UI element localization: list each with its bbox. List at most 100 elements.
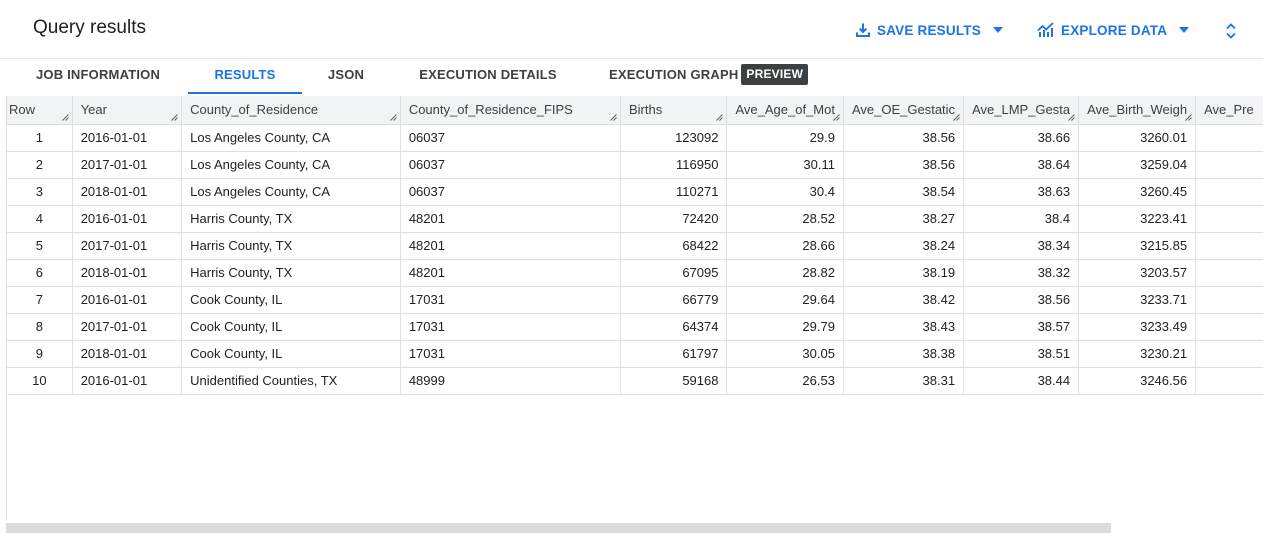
table-cell[interactable]: Unidentified Counties, TX [181, 367, 401, 395]
table-cell[interactable]: 2016-01-01 [72, 286, 183, 314]
table-cell[interactable]: 110271 [620, 178, 728, 206]
row-number-cell[interactable]: 5 [7, 232, 73, 260]
table-cell[interactable]: Cook County, IL [181, 313, 401, 341]
table-cell[interactable]: 3259.04 [1078, 151, 1197, 179]
tab-results[interactable]: RESULTS [188, 58, 302, 94]
table-cell[interactable]: 06037 [400, 151, 621, 179]
table-cell[interactable] [1195, 286, 1263, 314]
table-cell[interactable]: Cook County, IL [181, 286, 401, 314]
table-cell[interactable]: Los Angeles County, CA [181, 178, 401, 206]
table-cell[interactable]: 2018-01-01 [72, 259, 183, 287]
table-cell[interactable]: 38.56 [963, 286, 1080, 314]
save-results-button[interactable]: SAVE RESULTS [855, 19, 1003, 41]
table-cell[interactable]: 38.31 [843, 367, 965, 395]
table-cell[interactable]: 06037 [400, 124, 621, 152]
column-header[interactable]: County_of_Residence_FIPS [400, 96, 621, 125]
row-number-cell[interactable]: 10 [7, 367, 73, 395]
resize-handle-icon[interactable] [1068, 113, 1075, 121]
table-cell[interactable]: 28.82 [726, 259, 844, 287]
table-cell[interactable]: 48201 [400, 259, 621, 287]
resize-handle-icon[interactable] [61, 113, 69, 121]
explore-data-button[interactable]: EXPLORE DATA [1037, 19, 1190, 41]
table-cell[interactable]: 38.27 [843, 205, 965, 233]
row-number-cell[interactable]: 2 [7, 151, 73, 179]
table-cell[interactable]: 3233.49 [1078, 313, 1197, 341]
table-cell[interactable]: 38.44 [963, 367, 1080, 395]
column-header[interactable]: Births [620, 96, 728, 125]
table-cell[interactable]: 38.51 [963, 340, 1080, 368]
table-cell[interactable]: 17031 [400, 340, 621, 368]
table-cell[interactable]: 48201 [400, 232, 621, 260]
column-header[interactable]: Ave_LMP_Gesta [963, 96, 1080, 125]
table-cell[interactable] [1195, 205, 1263, 233]
table-cell[interactable] [1195, 313, 1263, 341]
table-row[interactable]: 4 2016-01-01 Harris County, TX 48201 72420 28… [7, 205, 1263, 233]
table-cell[interactable]: 61797 [620, 340, 728, 368]
resize-handle-icon[interactable] [171, 113, 178, 121]
column-header[interactable]: Ave_Pre [1195, 96, 1263, 125]
table-cell[interactable]: Harris County, TX [181, 232, 401, 260]
row-number-cell[interactable]: 3 [7, 178, 73, 206]
table-cell[interactable]: 30.05 [726, 340, 844, 368]
table-cell[interactable]: Los Angeles County, CA [181, 151, 401, 179]
tab-job-information[interactable]: JOB INFORMATION [23, 58, 173, 94]
table-cell[interactable]: 29.64 [726, 286, 844, 314]
table-cell[interactable] [1195, 340, 1263, 368]
table-cell[interactable]: 3203.57 [1078, 259, 1197, 287]
table-cell[interactable]: 2016-01-01 [72, 205, 183, 233]
row-number-cell[interactable]: 6 [7, 259, 73, 287]
column-header[interactable]: Row [7, 96, 73, 125]
row-number-cell[interactable]: 4 [7, 205, 73, 233]
resize-handle-icon[interactable] [953, 113, 960, 121]
table-cell[interactable]: 67095 [620, 259, 728, 287]
table-cell[interactable]: 38.66 [963, 124, 1080, 152]
table-cell[interactable]: 2017-01-01 [72, 232, 183, 260]
table-cell[interactable]: 116950 [620, 151, 728, 179]
column-header[interactable]: Ave_Birth_Weigh [1078, 96, 1197, 125]
table-cell[interactable]: 38.42 [843, 286, 965, 314]
horizontal-scrollbar[interactable] [6, 523, 1111, 533]
table-cell[interactable] [1195, 232, 1263, 260]
table-cell[interactable]: 38.57 [963, 313, 1080, 341]
table-cell[interactable]: Los Angeles County, CA [181, 124, 401, 152]
table-cell[interactable]: 38.43 [843, 313, 965, 341]
table-row[interactable]: 10 2016-01-01 Unidentified Counties, TX 489… [7, 367, 1263, 395]
table-cell[interactable]: 38.56 [843, 151, 965, 179]
expand-panel-button[interactable] [1221, 20, 1241, 42]
row-number-cell[interactable]: 7 [7, 286, 73, 314]
table-cell[interactable]: 28.52 [726, 205, 844, 233]
table-cell[interactable]: 3233.71 [1078, 286, 1197, 314]
table-cell[interactable]: 38.64 [963, 151, 1080, 179]
table-row[interactable]: 2 2017-01-01 Los Angeles County, CA 06037 11… [7, 151, 1263, 179]
table-cell[interactable]: 68422 [620, 232, 728, 260]
row-number-cell[interactable]: 8 [7, 313, 73, 341]
table-cell[interactable]: 38.24 [843, 232, 965, 260]
table-cell[interactable]: 3215.85 [1078, 232, 1197, 260]
table-cell[interactable]: 38.34 [963, 232, 1080, 260]
table-cell[interactable]: 38.38 [843, 340, 965, 368]
table-cell[interactable]: 38.56 [843, 124, 965, 152]
table-cell[interactable]: 3223.41 [1078, 205, 1197, 233]
table-cell[interactable]: 66779 [620, 286, 728, 314]
table-cell[interactable] [1195, 151, 1263, 179]
table-cell[interactable]: 3260.01 [1078, 124, 1197, 152]
table-cell[interactable] [1195, 124, 1263, 152]
table-cell[interactable]: 2017-01-01 [72, 151, 183, 179]
table-cell[interactable]: 29.9 [726, 124, 844, 152]
table-cell[interactable]: 28.66 [726, 232, 844, 260]
table-cell[interactable]: 48999 [400, 367, 621, 395]
row-number-cell[interactable]: 9 [7, 340, 73, 368]
table-cell[interactable]: 38.63 [963, 178, 1080, 206]
table-cell[interactable]: 38.54 [843, 178, 965, 206]
table-cell[interactable]: Harris County, TX [181, 205, 401, 233]
table-cell[interactable]: 17031 [400, 286, 621, 314]
table-cell[interactable]: 3230.21 [1078, 340, 1197, 368]
resize-handle-icon[interactable] [1185, 113, 1192, 121]
table-cell[interactable] [1195, 367, 1263, 395]
column-header[interactable]: Year [72, 96, 183, 125]
table-row[interactable]: 9 2018-01-01 Cook County, IL 17031 61797 30.0… [7, 340, 1263, 368]
table-cell[interactable]: 48201 [400, 205, 621, 233]
column-header[interactable]: Ave_Age_of_Mot [726, 96, 844, 125]
table-row[interactable]: 5 2017-01-01 Harris County, TX 48201 68422 28… [7, 232, 1263, 260]
resize-handle-icon[interactable] [610, 113, 617, 121]
